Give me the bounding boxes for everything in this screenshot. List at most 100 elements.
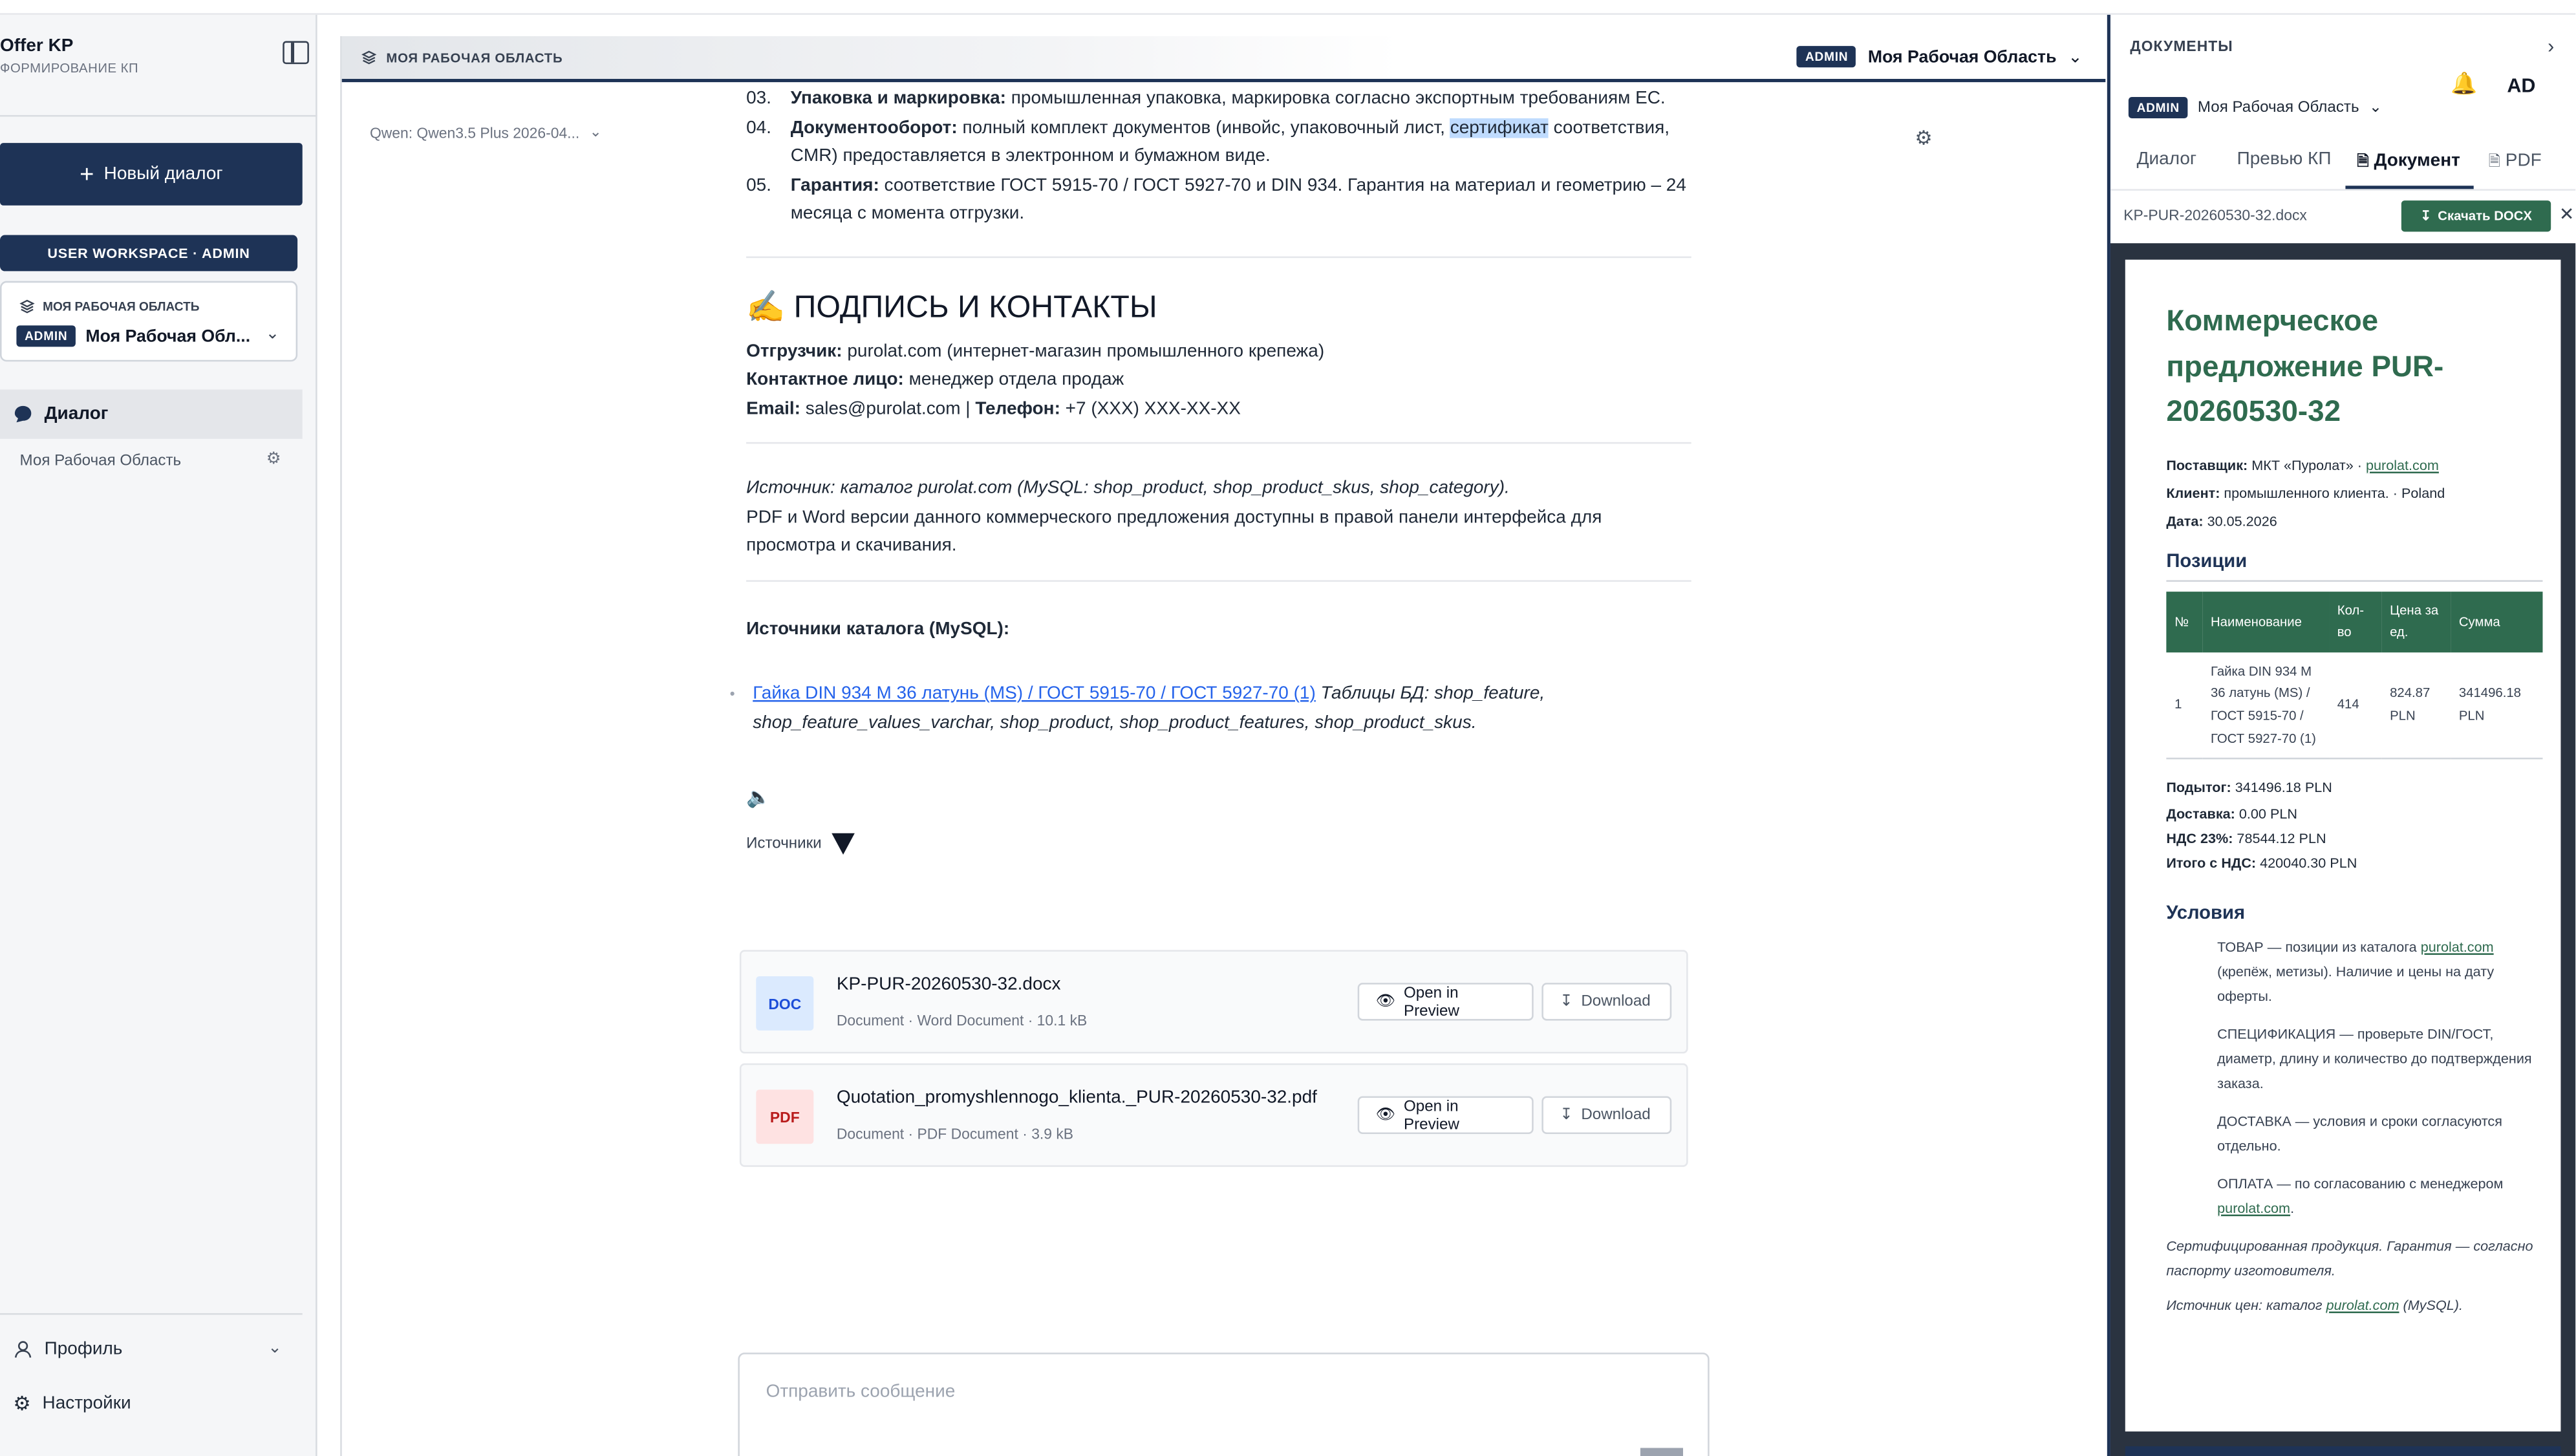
client-line: Клиент: промышленного клиента. · Poland [2166,484,2445,501]
file-card: PDF Quotation_promyshlennogo_klienta._PU… [739,1063,1688,1167]
table-header: Кол-во [2329,590,2382,652]
admin-badge: ADMIN [1797,46,1857,68]
download-icon: ↧ [1560,1106,1573,1124]
breadcrumb: МОЯ РАБОЧАЯ ОБЛАСТЬ [361,49,563,65]
chevron-down-icon[interactable]: ⌄ [268,1340,281,1358]
next-page-edge [2125,1446,2561,1456]
main-divider [340,36,342,1456]
supplier-line: Поставщик: МКТ «Пуролат» · purolat.com [2166,456,2439,473]
chevron-down-icon: ⌄ [2368,98,2383,117]
tab-pdf[interactable]: 🗎 PDF [2489,149,2542,176]
shipper-line: Отгрузчик: purolat.com (интернет-магазин… [746,341,1325,361]
chevron-right-icon[interactable]: › [2548,34,2554,58]
eye-icon: 👁 [1375,992,1396,1011]
email-phone-line: Email: sales@purolat.com | Телефон: +7 (… [746,398,1241,418]
table-header: № [2166,590,2203,652]
open-preview-button[interactable]: 👁 Open in Preview [1357,1096,1534,1134]
new-dialog-label: Новый диалог [103,164,223,184]
settings-link[interactable]: ⚙ Настройки [13,1392,131,1415]
message-composer[interactable]: Отправить сообщение [738,1353,1710,1456]
table-header: Сумма [2451,590,2543,652]
speaker-icon[interactable]: 🔈 [746,784,1691,813]
admin-badge: ADMIN [2128,96,2188,119]
list-item: 03. Упаковка и маркировка: промышленная … [746,89,1666,109]
source-note: Источник: каталог purolat.com (MySQL: sh… [746,478,1510,498]
vat-line: НДС 23%: 78544.12 PLN [2166,830,2326,846]
sources-label: Источники [746,834,822,853]
tab-preview-kp[interactable]: Превью КП [2237,149,2332,169]
new-dialog-button[interactable]: + Новый диалог [0,143,303,206]
chat-bubble-icon [14,405,32,423]
header-workspace-selector[interactable]: ADMIN Моя Рабочая Область ⌄ [1797,46,2083,68]
pdf-note: PDF и Word версии данного коммерческого … [746,507,1602,556]
workspace-card-header: МОЯ РАБОЧАЯ ОБЛАСТЬ [19,299,200,314]
divider [746,255,1691,257]
main-header: МОЯ РАБОЧАЯ ОБЛАСТЬ ADMIN Моя Рабочая Об… [341,36,2106,83]
download-button[interactable]: ↧ Download [1541,1096,1672,1134]
workspace-selector[interactable]: МОЯ РАБОЧАЯ ОБЛАСТЬ ADMIN Моя Рабочая Об… [0,281,298,362]
workspace-card-name: Моя Рабочая Обл... [85,326,251,347]
document-title: Коммерческое предложение PUR-20260530-32 [2166,304,2444,427]
header-workspace-name: Моя Рабочая Область [1867,47,2057,67]
close-icon[interactable]: ✕ [2559,204,2574,226]
avatar[interactable]: AD [2496,63,2546,109]
download-icon: ↧ [1560,992,1573,1011]
chevron-down-icon: ⌄ [265,325,280,344]
gear-icon[interactable]: ⚙ [266,451,281,469]
download-button[interactable]: ↧ Download [1541,983,1672,1021]
file-card: DOC KP-PUR-20260530-32.docx Document · W… [739,950,1688,1054]
settings-label: Настройки [42,1393,131,1414]
tab-dialog[interactable]: Диалог [2137,149,2197,169]
sidebar-item-workspace[interactable]: Моя Рабочая Область [20,452,182,470]
sidebar-item-dialog[interactable]: Диалог [0,389,303,439]
table-cell: Гайка DIN 934 М 36 латунь (MS) / ГОСТ 59… [2202,651,2330,760]
table-row: 1 Гайка DIN 934 М 36 латунь (MS) / ГОСТ … [2166,651,2543,760]
date-line: Дата: 30.05.2026 [2166,511,2277,529]
condition-payment: ОПЛАТА — по согласованию с менеджером pu… [2217,1174,2504,1215]
table-cell: 824.87 PLN [2381,651,2451,760]
file-name: Quotation_promyshlennogo_klienta._PUR-20… [836,1087,1317,1108]
list-item: 04. Документооборот: полный комплект док… [746,117,1670,166]
model-selector[interactable]: Qwen: Qwen3.5 Plus 2026-04... ⌄ [370,123,602,142]
active-tab-indicator [2345,186,2474,189]
controls-icon[interactable]: ⚙ [1915,127,1932,150]
totals: Подытог: 341496.18 PLN Доставка: 0.00 PL… [2166,776,2542,877]
catalog-product-link[interactable]: Гайка DIN 934 М 36 латунь (MS) / ГОСТ 59… [753,683,1316,703]
tab-document[interactable]: 🗎 Документ [2357,149,2460,176]
catalog-source-item: Гайка DIN 934 М 36 латунь (MS) / ГОСТ 59… [730,680,1691,738]
app-subtitle: ФОРМИРОВАНИЕ КП [0,61,139,76]
workspace-card-row: ADMIN Моя Рабочая Обл... [16,325,250,347]
send-button[interactable] [1640,1448,1684,1456]
document-content: Коммерческое предложение PUR-20260530-32… [2166,299,2543,1318]
sources-toggle[interactable]: Источники [746,829,1691,857]
chevron-down-icon: ⌄ [2068,47,2083,67]
profile-menu[interactable]: Профиль [13,1339,123,1360]
panel-workspace-name: Моя Рабочая Область [2197,98,2359,117]
certification-note: Сертифицированная продукция. Гарантия — … [2166,1236,2533,1278]
panel-title: ДОКУМЕНТЫ [2130,37,2233,54]
sidebar-toggle-icon[interactable] [283,41,309,65]
download-docx-button[interactable]: ↧ Скачать DOCX [2401,200,2551,232]
open-preview-button[interactable]: 👁 Open in Preview [1357,983,1534,1021]
list-item: 05. Гарантия: соответствие ГОСТ 5915-70 … [746,175,1686,224]
price-source-note: Источник цен: каталог purolat.com (MySQL… [2166,1296,2463,1312]
message-input[interactable]: Отправить сообщение [766,1382,956,1402]
conditions-list: ТОВАР — позиции из каталога purolat.com … [2166,934,2542,1220]
user-workspace-button[interactable]: USER WORKSPACE · ADMIN [0,235,298,272]
admin-badge: ADMIN [16,325,76,347]
file-meta: Document · PDF Document · 3.9 kB [836,1126,1074,1142]
divider [746,442,1691,444]
table-header: Цена за ед. [2381,590,2451,652]
table-cell: 1 [2166,651,2203,760]
panel-workspace-selector[interactable]: ADMIN Моя Рабочая Область ⌄ [2128,96,2383,119]
assistant-message: 03. Упаковка и маркировка: промышленная … [730,85,1691,858]
model-name: Qwen: Qwen3.5 Plus 2026-04... [369,123,580,141]
gear-icon: ⚙ [13,1392,31,1415]
pdf-icon: 🗎 [2488,153,2501,169]
breadcrumb-workspace: МОЯ РАБОЧАЯ ОБЛАСТЬ [386,50,563,65]
sidebar-item-dialog-label: Диалог [44,404,109,424]
profile-label: Профиль [44,1339,123,1360]
bell-icon[interactable]: 🔔 [2451,70,2477,97]
table-cell: 414 [2329,651,2382,760]
section-heading: ✍️ ПОДПИСЬ И КОНТАКТЫ [746,290,1157,325]
